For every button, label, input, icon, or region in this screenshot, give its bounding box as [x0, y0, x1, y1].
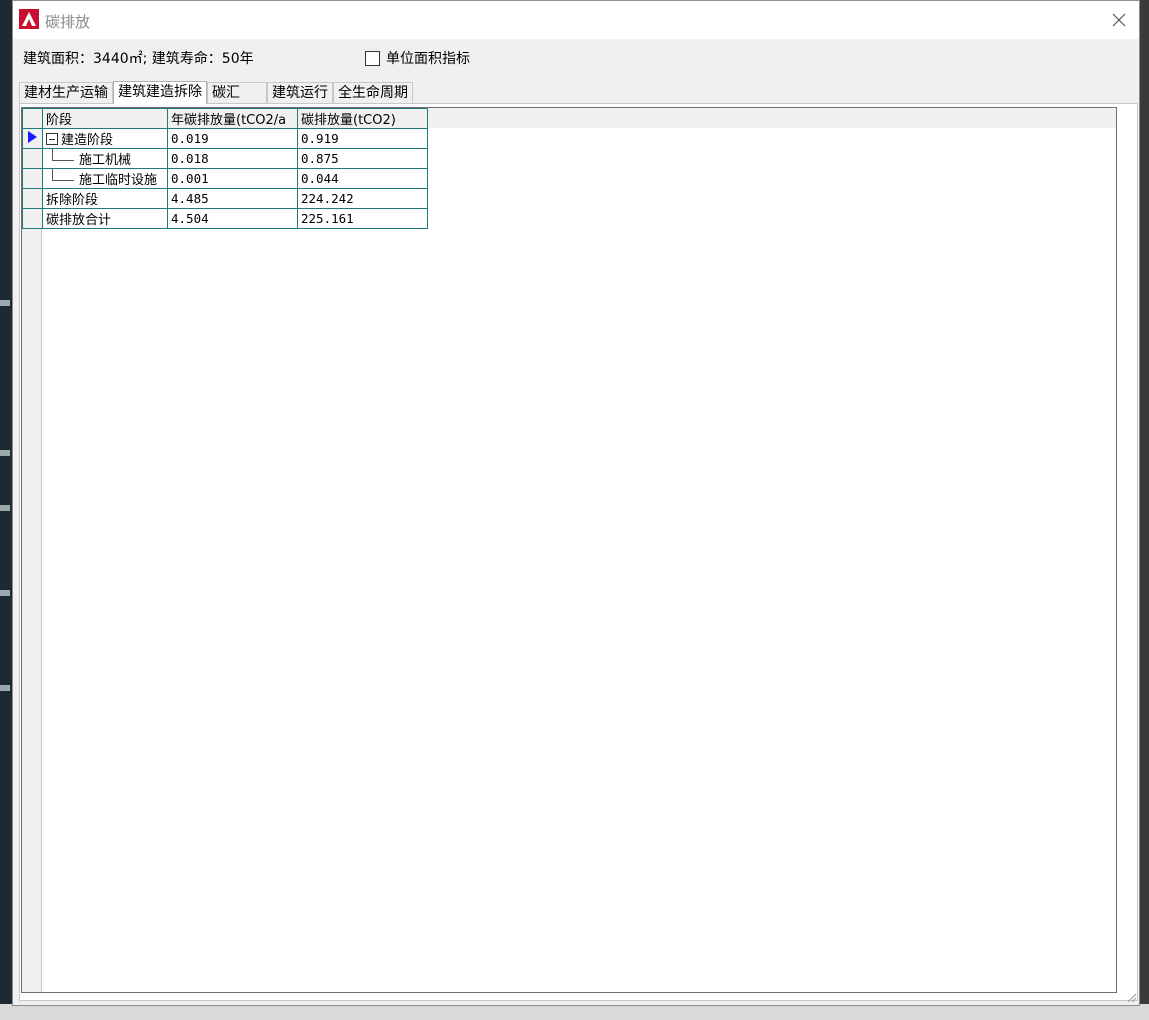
annual-cell[interactable]: 4.485 [167, 188, 298, 209]
table-row[interactable]: 建造阶段 0.019 0.919 [22, 128, 428, 149]
stage-cell[interactable]: 碳排放合计 [42, 208, 168, 229]
emission-table: 阶段 年碳排放量(tCO2/a 碳排放量(tCO2) 建造阶段 0.019 0.… [22, 108, 428, 229]
background-right-strip [1139, 0, 1149, 1020]
cad-marker [0, 450, 10, 456]
total-cell[interactable]: 0.875 [297, 148, 428, 169]
tab-construction-demolition[interactable]: 建筑建造拆除 [113, 81, 207, 104]
autocad-app-icon [19, 9, 39, 29]
stage-cell[interactable]: 施工机械 [42, 148, 168, 169]
total-cell[interactable]: 225.161 [297, 208, 428, 229]
tab-carbon-sink[interactable]: 碳汇 [207, 82, 267, 103]
row-header-column [22, 108, 42, 992]
tab-panel: 阶段 年碳排放量(tCO2/a 碳排放量(tCO2) 建造阶段 0.019 0.… [19, 103, 1138, 1001]
annual-cell[interactable]: 0.018 [167, 148, 298, 169]
cad-marker [0, 505, 10, 511]
annual-cell[interactable]: 0.019 [167, 128, 298, 149]
tab-building-operation[interactable]: 建筑运行 [267, 82, 333, 103]
corner-cell [22, 108, 43, 129]
annual-cell[interactable]: 4.504 [167, 208, 298, 229]
current-row-arrow-icon [28, 130, 37, 143]
checkbox-box[interactable] [365, 50, 380, 66]
row-selector[interactable] [22, 188, 43, 209]
carbon-emission-dialog: 碳排放 建筑面积：3440㎡; 建筑寿命：50年 单位面积指标 建材生产运输 建… [12, 0, 1140, 1006]
total-cell[interactable]: 0.919 [297, 128, 428, 149]
stage-label: 施工机械 [79, 153, 132, 168]
title-bar: 碳排放 [13, 1, 1139, 39]
tree-branch-icon [52, 149, 74, 161]
table-header-row: 阶段 年碳排放量(tCO2/a 碳排放量(tCO2) [22, 108, 428, 129]
row-selector[interactable] [22, 128, 43, 149]
column-header-stage[interactable]: 阶段 [42, 108, 168, 129]
building-summary: 建筑面积：3440㎡; 建筑寿命：50年 [23, 51, 254, 67]
collapse-icon[interactable] [46, 133, 58, 145]
row-selector[interactable] [22, 148, 43, 169]
cad-marker [0, 685, 10, 691]
row-selector[interactable] [22, 168, 43, 189]
tab-strip: 建材生产运输 建筑建造拆除 碳汇 建筑运行 全生命周期 [19, 81, 413, 104]
column-header-total[interactable]: 碳排放量(tCO2) [297, 108, 428, 129]
background-cad-strip [0, 0, 12, 1020]
table-row[interactable]: 施工临时设施 0.001 0.044 [22, 168, 428, 189]
tab-full-lifecycle[interactable]: 全生命周期 [333, 82, 413, 103]
stage-cell[interactable]: 拆除阶段 [42, 188, 168, 209]
total-cell[interactable]: 0.044 [297, 168, 428, 189]
tab-material-production[interactable]: 建材生产运输 [19, 82, 113, 103]
stage-label: 施工临时设施 [79, 173, 158, 188]
cad-marker [0, 300, 10, 306]
stage-cell[interactable]: 施工临时设施 [42, 168, 168, 189]
stage-label: 建造阶段 [61, 133, 114, 148]
stage-cell[interactable]: 建造阶段 [42, 128, 168, 149]
cad-marker [0, 590, 10, 596]
window-title: 碳排放 [45, 13, 91, 31]
close-icon[interactable] [1109, 10, 1129, 30]
table-row[interactable]: 碳排放合计 4.504 225.161 [22, 208, 428, 229]
column-header-annual[interactable]: 年碳排放量(tCO2/a [167, 108, 298, 129]
total-cell[interactable]: 224.242 [297, 188, 428, 209]
row-selector[interactable] [22, 208, 43, 229]
resize-grip-icon[interactable] [1125, 991, 1137, 1003]
checkbox-label: 单位面积指标 [386, 51, 470, 67]
background-status-bar [0, 1004, 1149, 1020]
table-row[interactable]: 拆除阶段 4.485 224.242 [22, 188, 428, 209]
annual-cell[interactable]: 0.001 [167, 168, 298, 189]
unit-area-checkbox[interactable]: 单位面积指标 [365, 48, 470, 68]
tree-branch-icon [52, 169, 74, 181]
emission-grid[interactable]: 阶段 年碳排放量(tCO2/a 碳排放量(tCO2) 建造阶段 0.019 0.… [21, 107, 1117, 993]
table-row[interactable]: 施工机械 0.018 0.875 [22, 148, 428, 169]
